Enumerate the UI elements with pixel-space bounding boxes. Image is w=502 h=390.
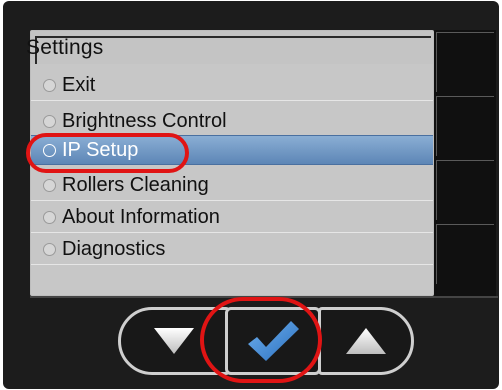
side-slot [436, 96, 494, 156]
menu-item-exit[interactable]: Exit [31, 71, 433, 101]
lcd-screen: Exit Brightness Control IP Setup Rollers… [30, 30, 434, 296]
radio-icon [43, 243, 56, 256]
radio-icon [43, 179, 56, 192]
menu-empty-row [31, 265, 433, 295]
confirm-button[interactable] [225, 307, 321, 375]
radio-icon [43, 79, 56, 92]
menu-item-label: IP Setup [62, 138, 139, 161]
side-panel [434, 30, 496, 296]
radio-icon [43, 115, 56, 128]
menu-item-ip-setup[interactable]: IP Setup [31, 135, 433, 165]
up-button[interactable] [318, 307, 414, 375]
checkmark-icon [248, 321, 299, 361]
radio-icon [43, 211, 56, 224]
menu-item-label: Diagnostics [62, 238, 166, 260]
screen-title: Settings [26, 36, 104, 59]
radio-icon [43, 143, 56, 157]
triangle-down-icon [154, 328, 194, 354]
menu-item-rollers-cleaning[interactable]: Rollers Cleaning [31, 171, 433, 201]
down-button[interactable] [118, 307, 230, 375]
triangle-up-icon [346, 328, 386, 354]
menu-item-label: Brightness Control [62, 110, 227, 132]
side-slot [436, 224, 494, 284]
divider [30, 296, 498, 298]
menu-item-about-information[interactable]: About Information [31, 203, 433, 233]
side-slot [436, 32, 494, 92]
menu-item-label: Exit [62, 74, 96, 96]
menu-item-label: About Information [62, 206, 220, 228]
device-panel: Exit Brightness Control IP Setup Rollers… [0, 0, 502, 390]
menu-item-diagnostics[interactable]: Diagnostics [31, 235, 433, 265]
menu-item-label: Rollers Cleaning [62, 174, 209, 196]
side-slot [436, 160, 494, 220]
menu-item-brightness-control[interactable]: Brightness Control [31, 107, 433, 137]
